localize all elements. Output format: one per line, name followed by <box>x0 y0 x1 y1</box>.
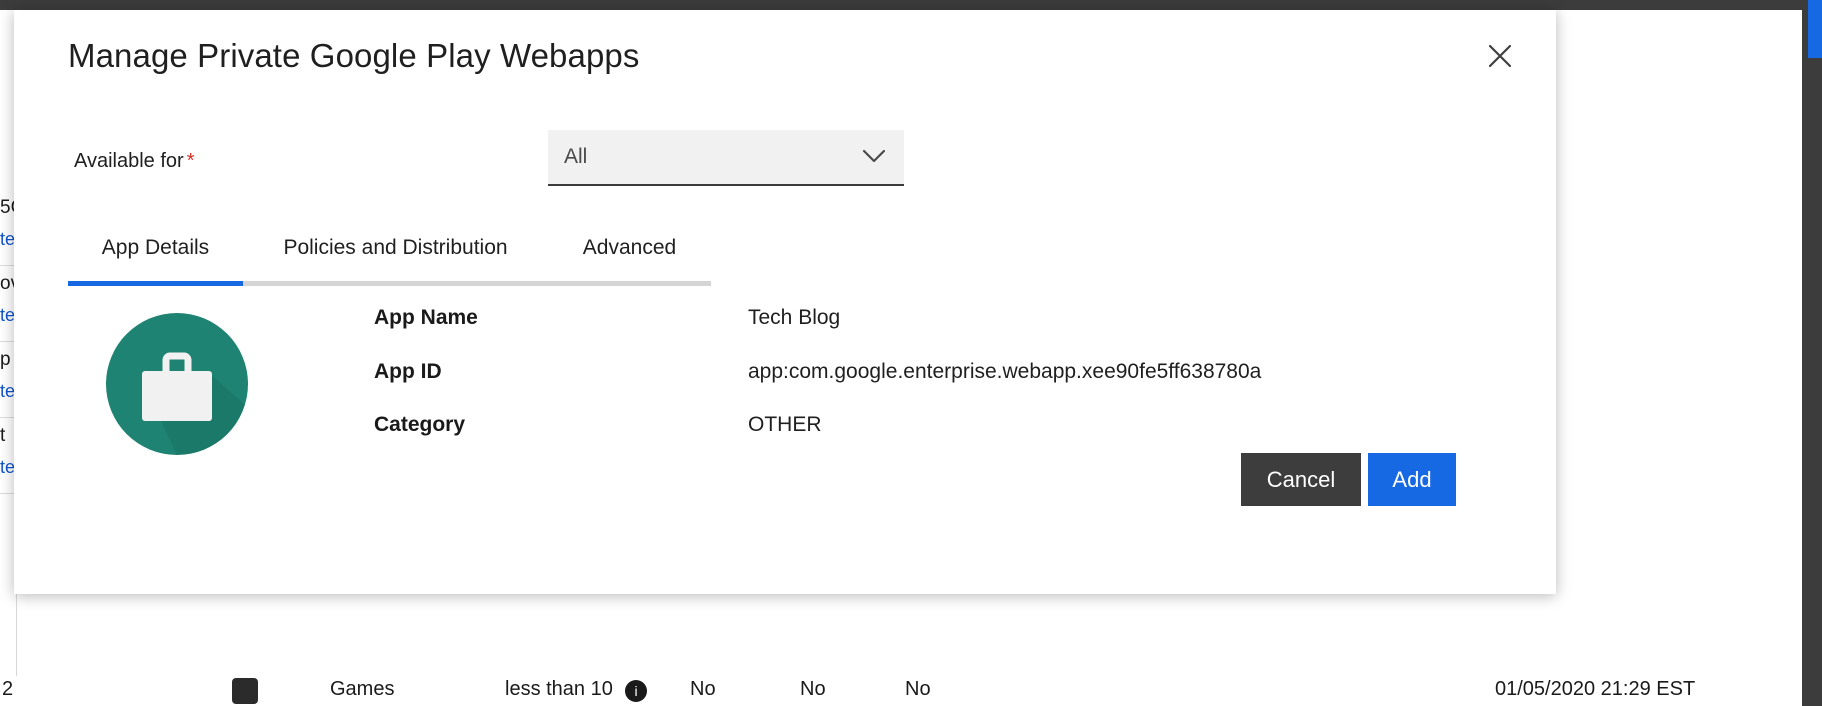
available-for-text: Available for <box>74 150 184 172</box>
window-accent-bar <box>1808 0 1822 58</box>
detail-row: App ID app:com.google.enterprise.webapp.… <box>374 360 1514 388</box>
chevron-down-icon <box>862 148 886 169</box>
briefcase-app-icon <box>106 313 248 455</box>
tab-label: Policies and Distribution <box>283 236 508 259</box>
dialog-title: Manage Private Google Play Webapps <box>68 37 640 74</box>
available-for-select[interactable]: All <box>548 130 904 186</box>
detail-label-category: Category <box>374 413 466 436</box>
screen: 5C te ov te p te t te 2 Games less than … <box>0 0 1822 706</box>
detail-label-app-id: App ID <box>374 360 442 383</box>
detail-value-app-id: app:com.google.enterprise.webapp.xee90fe… <box>748 360 1262 383</box>
tab-advanced[interactable]: Advanced <box>548 236 711 286</box>
row-category: Games <box>330 678 395 700</box>
tab-label: Advanced <box>582 236 677 259</box>
tab-app-details[interactable]: App Details <box>68 236 243 286</box>
detail-row: Category OTHER <box>374 413 1514 441</box>
app-thumb-icon <box>232 678 258 704</box>
row-col-b: No <box>800 678 826 700</box>
available-for-label: Available for * <box>74 150 195 173</box>
info-badge-icon: i <box>625 680 647 702</box>
detail-value-app-name: Tech Blog <box>748 306 841 329</box>
detail-label-app-name: App Name <box>374 306 478 329</box>
add-button[interactable]: Add <box>1368 453 1456 506</box>
row-timestamp: 01/05/2020 21:29 EST <box>1495 678 1696 700</box>
tab-underline <box>548 281 711 286</box>
window-right-chrome <box>1802 0 1822 706</box>
detail-value-category: OTHER <box>748 413 822 436</box>
row-col-c: No <box>905 678 931 700</box>
window-top-chrome <box>0 0 1822 10</box>
available-for-selected-value: All <box>564 145 588 168</box>
row-number: 2 <box>2 678 14 700</box>
tab-label: App Details <box>101 236 210 259</box>
tab-underline <box>68 281 243 286</box>
close-icon[interactable] <box>1480 36 1520 76</box>
row-installs: less than 10 <box>505 678 613 700</box>
detail-row: App Name Tech Blog <box>374 306 1514 334</box>
tab-underline <box>243 281 548 286</box>
tab-policies-and-distribution[interactable]: Policies and Distribution <box>243 236 548 286</box>
dialog-tabs: App Details Policies and Distribution Ad… <box>68 236 711 286</box>
cancel-button[interactable]: Cancel <box>1241 453 1361 506</box>
background-bottom-row[interactable]: 2 Games less than 10 i No No No 01/05/20… <box>0 676 1822 706</box>
row-col-a: No <box>690 678 716 700</box>
manage-webapps-dialog: Manage Private Google Play Webapps Avail… <box>14 10 1556 594</box>
required-asterisk: * <box>186 150 195 172</box>
